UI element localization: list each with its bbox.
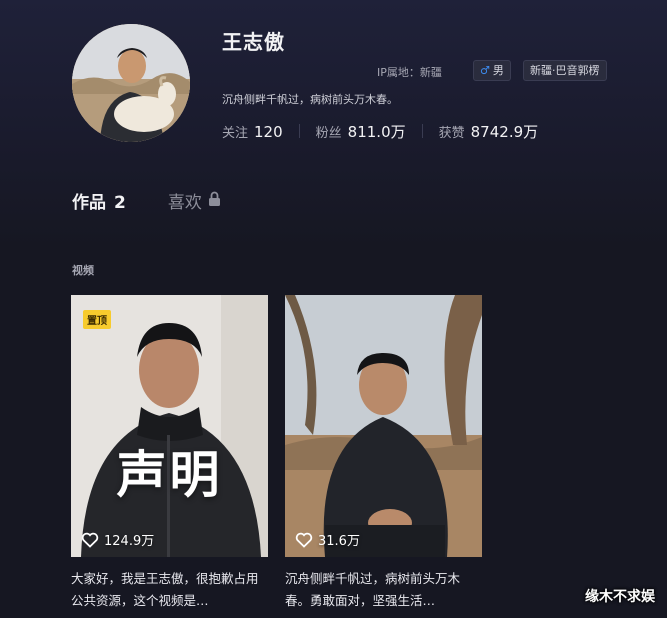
tab-works-count: 2 bbox=[114, 193, 126, 213]
followers-stat[interactable]: 粉丝 811.0万 bbox=[316, 121, 406, 142]
profile-name: 王志傲 bbox=[222, 30, 285, 54]
ip-value: 新疆 bbox=[419, 66, 442, 79]
followers-label: 粉丝 bbox=[315, 125, 342, 141]
male-icon: ♂ bbox=[480, 64, 490, 77]
stat-divider bbox=[421, 124, 423, 138]
section-label-videos: 视频 bbox=[72, 264, 94, 277]
heart-icon bbox=[81, 532, 99, 548]
stat-divider bbox=[298, 124, 300, 138]
video-likes: 124.9万 bbox=[81, 530, 154, 549]
avatar[interactable] bbox=[72, 24, 190, 142]
video-thumbnail[interactable]: 31.6万 bbox=[285, 295, 482, 557]
following-label: 关注 bbox=[222, 125, 249, 141]
followers-count: 811.0万 bbox=[347, 122, 406, 141]
likes-received-label: 获赞 bbox=[438, 125, 465, 141]
profile-page: 王志傲 IP属地：新疆 ♂ 男 新疆·巴音郭楞 沉舟侧畔千帆过，病树前头万木春。 … bbox=[0, 0, 667, 618]
video-overlay-text: 声明 bbox=[116, 446, 223, 504]
video-likes: 31.6万 bbox=[295, 530, 360, 549]
tab-likes-label: 喜欢 bbox=[167, 193, 202, 213]
gender-tag: ♂ 男 bbox=[473, 60, 511, 81]
video-card[interactable]: 置顶 声明 124.9万 大家好，我是王志傲，很抱歉占用公共资源，这个视频是… bbox=[71, 295, 268, 612]
following-stat[interactable]: 关注 120 bbox=[222, 122, 283, 141]
likes-received-count: 8742.9万 bbox=[470, 122, 539, 141]
profile-meta: IP属地：新疆 ♂ 男 新疆·巴音郭楞 bbox=[222, 60, 626, 82]
ip-label: IP属地： bbox=[377, 66, 420, 79]
tab-works-label: 作品 bbox=[72, 193, 106, 213]
likes-received-stat: 获赞 8742.9万 bbox=[439, 121, 539, 142]
pinned-badge: 置顶 bbox=[83, 310, 111, 329]
tab-works[interactable]: 作品 2 bbox=[72, 188, 126, 213]
location-tag: 新疆·巴音郭楞 bbox=[523, 60, 607, 81]
video-likes-count: 31.6万 bbox=[318, 534, 360, 549]
video-card[interactable]: 31.6万 沉舟侧畔千帆过，病树前头万木春。勇敢面对，坚强生活… bbox=[285, 295, 482, 612]
video-caption[interactable]: 大家好，我是王志傲，很抱歉占用公共资源，这个视频是… bbox=[71, 568, 268, 612]
profile-tabs: 作品 2 喜欢 bbox=[72, 188, 221, 213]
profile-bio: 沉舟侧畔千帆过，病树前头万木春。 bbox=[222, 93, 398, 106]
gender-label: 男 bbox=[492, 64, 504, 77]
video-thumbnail[interactable]: 置顶 声明 124.9万 bbox=[71, 295, 268, 557]
heart-icon bbox=[295, 532, 313, 548]
video-caption[interactable]: 沉舟侧畔千帆过，病树前头万木春。勇敢面对，坚强生活… bbox=[285, 568, 482, 612]
watermark: 缘木不求娱 bbox=[585, 589, 655, 605]
lock-icon bbox=[208, 191, 221, 211]
following-count: 120 bbox=[254, 122, 283, 141]
tab-likes[interactable]: 喜欢 bbox=[168, 188, 221, 213]
video-likes-count: 124.9万 bbox=[104, 534, 155, 549]
profile-stats: 关注 120 粉丝 811.0万 获赞 8742.9万 bbox=[222, 120, 538, 142]
ip-location: IP属地：新疆 bbox=[377, 64, 442, 80]
